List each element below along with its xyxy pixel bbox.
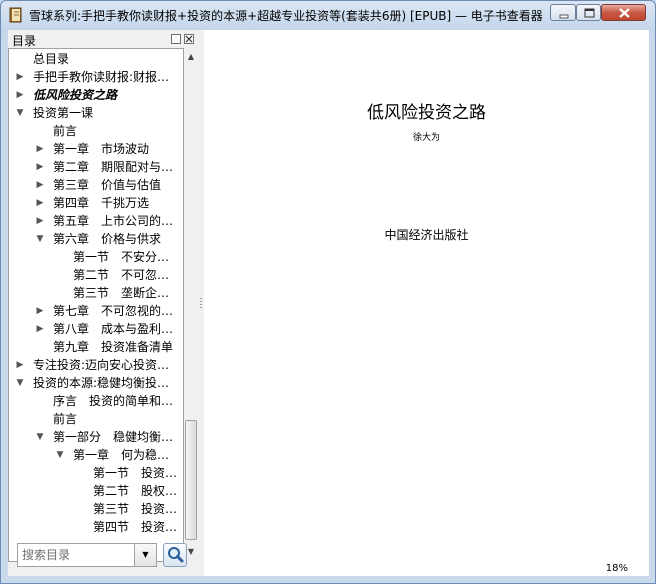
book-author: 徐大为 [412, 133, 440, 143]
toc-item-label: 投资第一课 [33, 106, 94, 120]
toc-item-label: 第一节 投资… [93, 466, 178, 480]
toc-item-arrow [55, 266, 65, 284]
toc-item-arrow [75, 500, 85, 518]
toc-item-arrow [75, 518, 85, 536]
app-window: 雪球系列:手把手教你读财报+投资的本源+超越专业投资等(套装共6册) [EPUB… [0, 0, 656, 584]
toc-item-label: 手把手教你读财报:财报… [33, 70, 170, 84]
toc-item-arrow [15, 50, 25, 68]
scroll-up-icon[interactable]: ▲ [184, 50, 198, 64]
toc-item-label: 第六章 价格与供求 [53, 232, 162, 246]
expand-arrow-icon[interactable]: ▶ [35, 302, 45, 320]
collapse-arrow-icon[interactable]: ▼ [55, 446, 65, 464]
toc-item-label: 第三节 垄断企… [73, 286, 170, 300]
toc-item-label: 第一章 市场波动 [53, 142, 150, 156]
toc-item-label: 序言 投资的简单和… [53, 394, 174, 408]
toc-item-label: 第八章 成本与盈利… [53, 322, 174, 336]
toc-item-arrow [75, 464, 85, 482]
toc-item-label: 第三章 价值与估值 [53, 178, 162, 192]
maximize-button[interactable] [576, 4, 601, 21]
toc-panel: 目录 总目录 ▶ 手把手教你读财报:财报… ▶ 低风险投资之路 ▼ 投资第一课 前言 … [8, 30, 198, 576]
toc-item-label: 第四章 千挑万选 [53, 196, 150, 210]
toc-item-arrow [35, 122, 45, 140]
splitter-grip-icon [200, 298, 202, 310]
toc-item-label: 第一节 不安分… [73, 250, 170, 264]
collapse-arrow-icon[interactable]: ▼ [15, 374, 25, 392]
expand-arrow-icon[interactable]: ▶ [35, 320, 45, 338]
expand-arrow-icon[interactable]: ▶ [35, 194, 45, 212]
search-button[interactable] [163, 543, 187, 567]
expand-arrow-icon[interactable]: ▶ [35, 158, 45, 176]
toc-search: ▼ [17, 543, 157, 567]
collapse-arrow-icon[interactable]: ▼ [35, 230, 45, 248]
reading-progress: 18% [605, 563, 628, 574]
book-app-icon [9, 7, 22, 23]
close-icon [619, 8, 630, 18]
search-icon [168, 547, 184, 563]
collapse-arrow-icon[interactable]: ▼ [35, 428, 45, 446]
toc-item-label: 专注投资:迈向安心投资… [33, 358, 170, 372]
close-panel-icon[interactable] [184, 34, 194, 44]
minimize-icon [559, 14, 569, 19]
toc-item-arrow [55, 284, 65, 302]
toc-item-label: 第三节 投资… [93, 502, 178, 516]
expand-arrow-icon[interactable]: ▶ [35, 176, 45, 194]
search-input[interactable] [17, 543, 135, 567]
expand-arrow-icon[interactable]: ▶ [15, 356, 25, 374]
toc-item-arrow [35, 410, 45, 428]
expand-arrow-icon[interactable]: ▶ [15, 86, 25, 104]
toc-item-label: 第二章 期限配对与… [53, 160, 174, 174]
toc-item-label: 第四节 投资… [93, 520, 178, 534]
toc-item-arrow [35, 338, 45, 356]
toc-tree: 总目录 ▶ 手把手教你读财报:财报… ▶ 低风险投资之路 ▼ 投资第一课 前言 ▶ 第一… [8, 48, 184, 562]
close-button[interactable] [601, 4, 646, 21]
toc-item-arrow [55, 248, 65, 266]
toc-scrollbar[interactable]: ▲ ▼ [184, 48, 198, 562]
book-title: 低风险投资之路 [367, 103, 486, 123]
chevron-down-icon[interactable]: ▼ [135, 543, 157, 567]
minimize-button[interactable] [550, 4, 576, 21]
toc-item-label: 前言 [53, 412, 78, 426]
window-title: 雪球系列:手把手教你读财报+投资的本源+超越专业投资等(套装共6册) [EPUB… [29, 9, 543, 23]
float-panel-icon[interactable] [171, 34, 181, 44]
toc-item-label: 前言 [53, 124, 78, 138]
toc-item-label: 投资的本源:稳健均衡投… [33, 376, 170, 390]
toc-item-arrow [75, 482, 85, 500]
toc-item-label: 第一章 何为稳… [73, 448, 170, 462]
toc-item-label: 低风险投资之路 [33, 88, 118, 102]
book-publisher: 中国经济出版社 [384, 228, 469, 242]
reader-page: 低风险投资之路 徐大为 中国经济出版社 18% [204, 30, 649, 576]
title-bar[interactable]: 雪球系列:手把手教你读财报+投资的本源+超越专业投资等(套装共6册) [EPUB… [1, 1, 655, 29]
expand-arrow-icon[interactable]: ▶ [35, 140, 45, 158]
toc-item-label: 第九章 投资准备清单 [53, 340, 174, 354]
maximize-icon [584, 8, 595, 18]
toc-header: 目录 [8, 30, 198, 48]
expand-arrow-icon[interactable]: ▶ [15, 68, 25, 86]
expand-arrow-icon[interactable]: ▶ [35, 212, 45, 230]
toc-item-label: 第七章 不可忽视的… [53, 304, 174, 318]
collapse-arrow-icon[interactable]: ▼ [15, 104, 25, 122]
toc-item-arrow [35, 392, 45, 410]
toc-item-label: 第二节 不可忽… [73, 268, 170, 282]
scroll-thumb[interactable] [185, 420, 197, 540]
toc-item-label: 第二节 股权… [93, 484, 178, 498]
toc-item-label: 第五章 上市公司的… [53, 214, 174, 228]
toc-item-label: 总目录 [33, 52, 70, 66]
toc-item-label: 第一部分 稳健均衡… [53, 430, 174, 444]
toc-title: 目录 [12, 34, 37, 48]
